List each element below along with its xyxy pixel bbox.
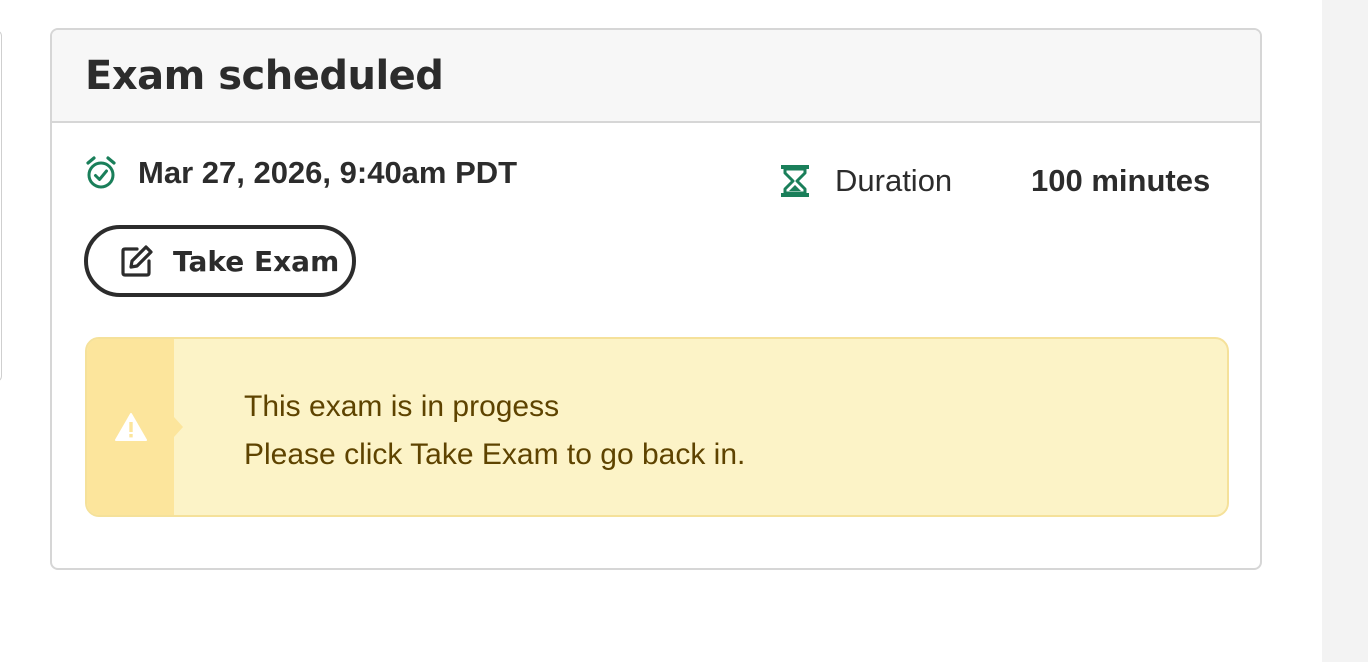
duration-row: Duration 100 minutes	[779, 161, 1210, 201]
hourglass-icon	[779, 164, 811, 198]
warning-icon	[114, 412, 148, 442]
take-exam-label: Take Exam	[173, 244, 340, 278]
take-exam-button[interactable]: Take Exam	[84, 225, 356, 297]
alarm-clock-check-icon	[85, 155, 117, 191]
card-body: Mar 27, 2026, 9:40am PDT Duration 100 mi…	[52, 123, 1260, 568]
exam-card: Exam scheduled Mar 27, 2026, 9:40am PDT	[50, 28, 1262, 570]
alert-line-1: This exam is in progess	[244, 390, 560, 423]
exam-datetime: Mar 27, 2026, 9:40am PDT	[138, 155, 518, 190]
duration-label: Duration	[835, 163, 953, 198]
card-title: Exam scheduled	[85, 52, 444, 99]
left-panel-edge	[0, 30, 2, 382]
in-progress-alert: This exam is in progess Please click Tak…	[85, 337, 1229, 517]
alert-stripe	[87, 339, 174, 515]
schedule-row: Mar 27, 2026, 9:40am PDT	[85, 153, 517, 193]
scrollbar-track[interactable]	[1322, 0, 1368, 662]
alert-notch	[174, 417, 183, 437]
alert-line-2: Please click Take Exam to go back in.	[244, 438, 746, 471]
duration-value: 100 minutes	[1031, 163, 1211, 198]
alert-message: This exam is in progess Please click Tak…	[244, 383, 745, 479]
page: Exam scheduled Mar 27, 2026, 9:40am PDT	[0, 0, 1368, 662]
card-header: Exam scheduled	[52, 30, 1260, 123]
edit-icon	[120, 244, 154, 278]
